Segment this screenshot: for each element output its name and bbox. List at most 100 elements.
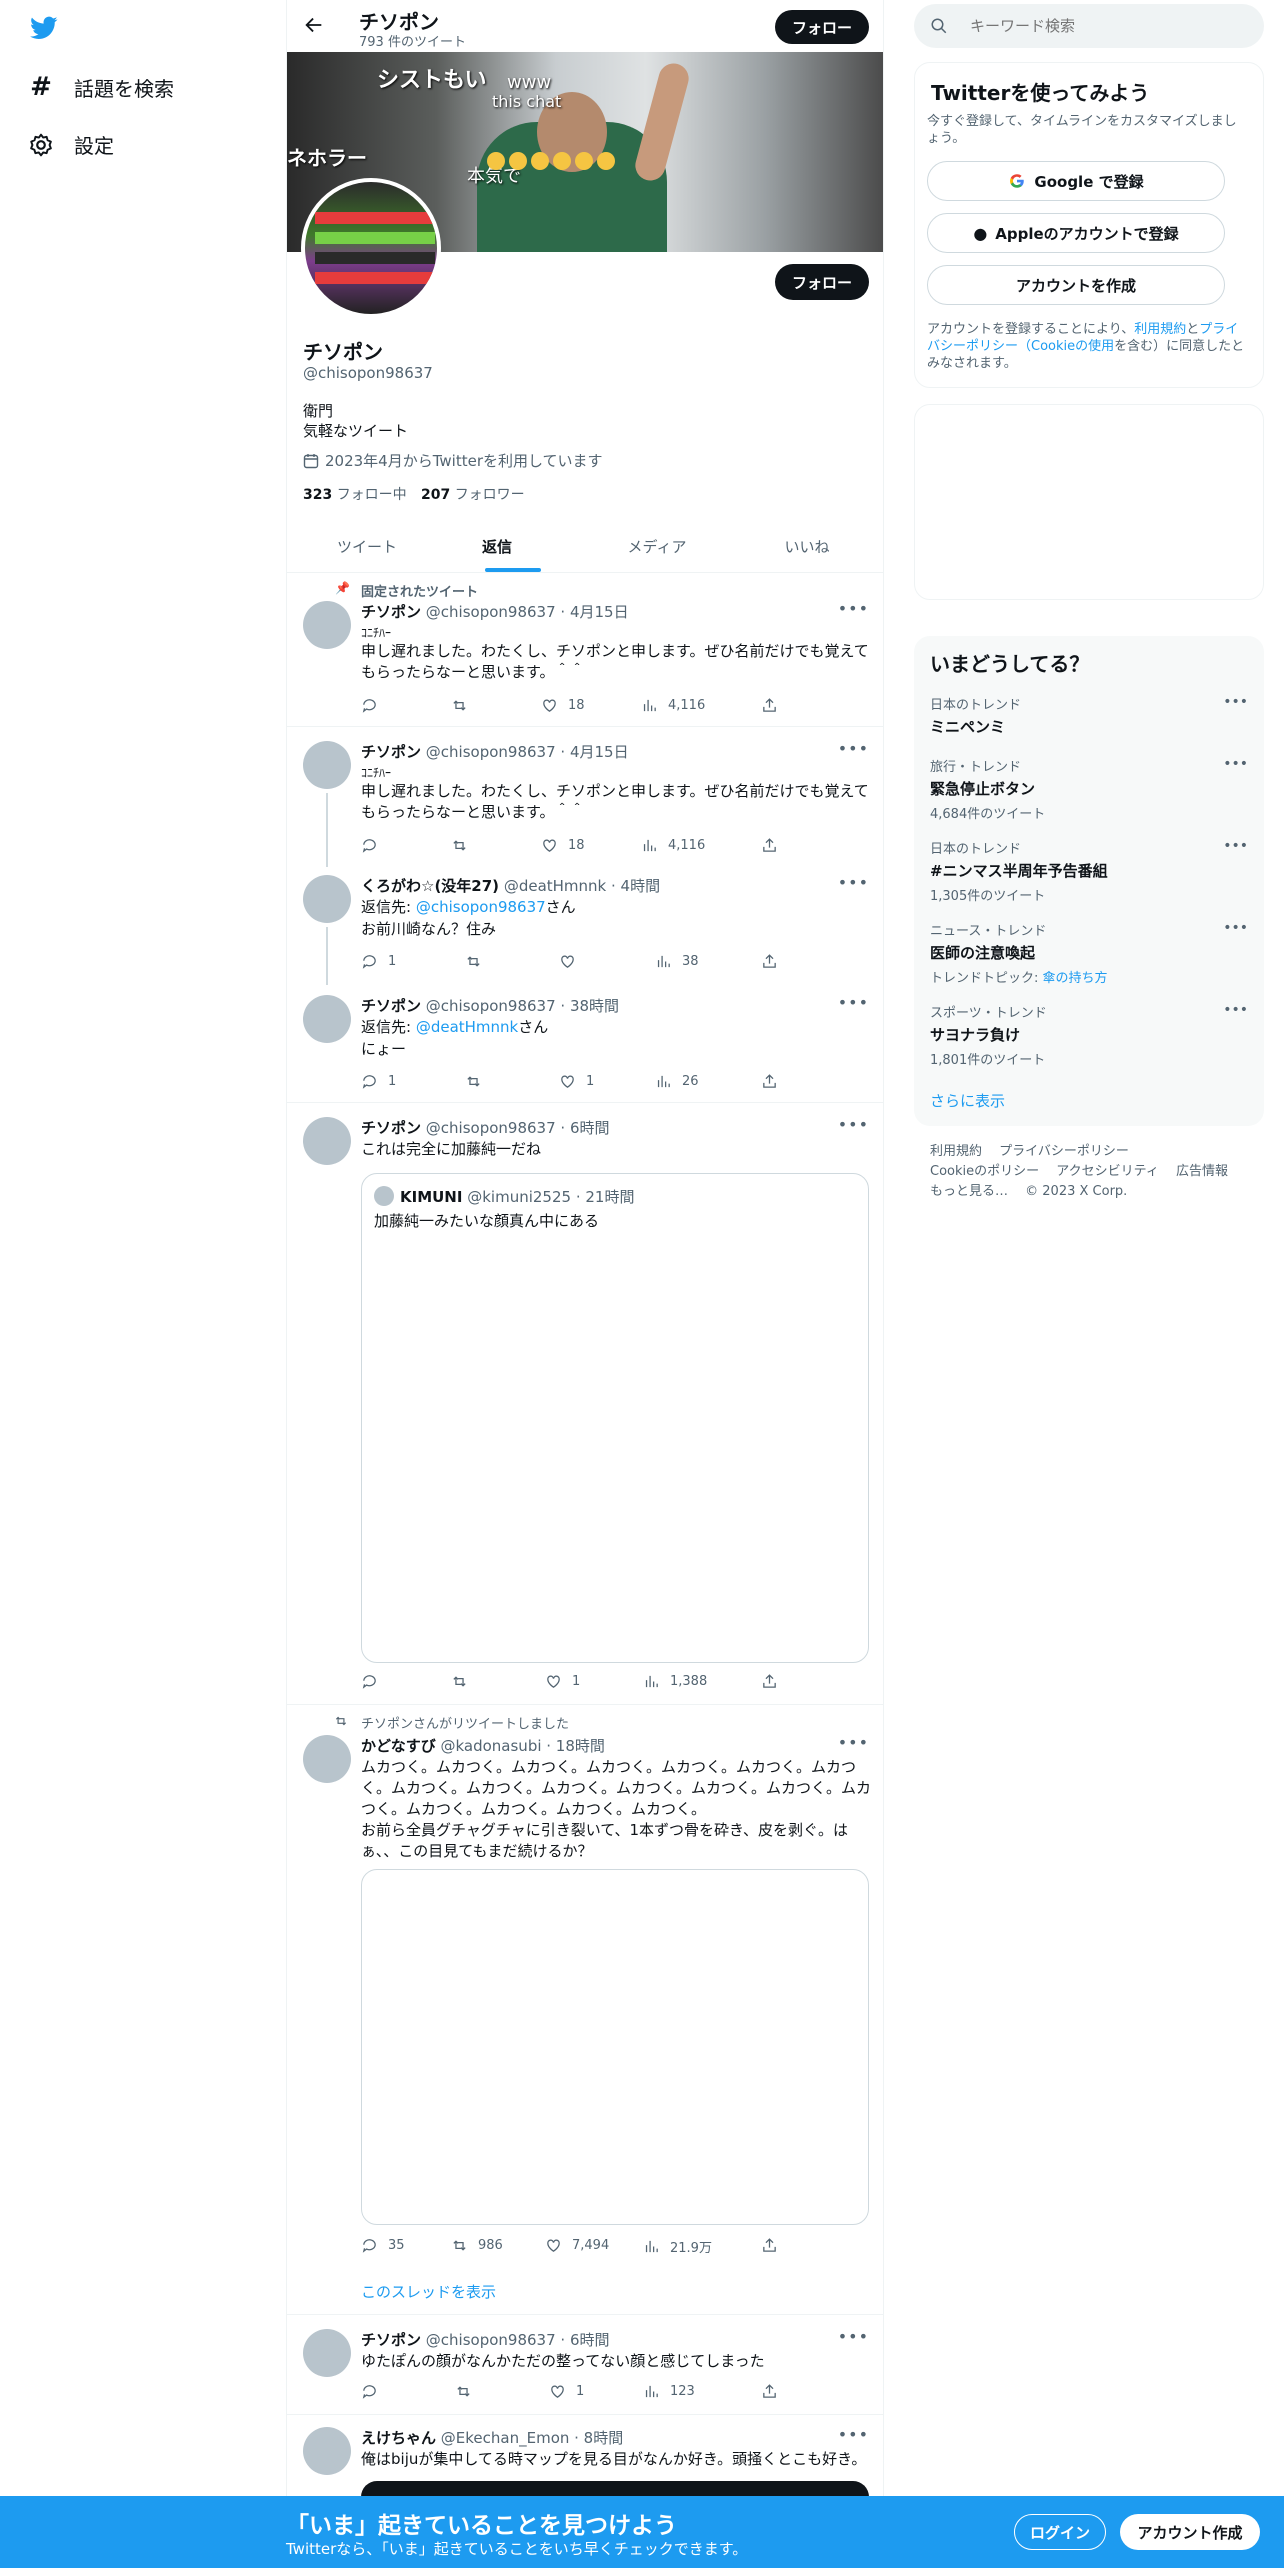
tab-media[interactable]: メディア [577, 520, 737, 572]
show-more-link[interactable]: さらに表示 [930, 1090, 1005, 1111]
more-icon[interactable]: ••• [838, 1733, 869, 1752]
footer-terms[interactable]: 利用規約 [930, 1144, 982, 1159]
more-icon[interactable]: ••• [1223, 756, 1248, 772]
footer-accessibility[interactable]: アクセシビリティ [1056, 1164, 1159, 1179]
tweet-reply-2[interactable]: チソポン @chisopon98637 · 38時間 ••• 返信先: @dea… [287, 985, 883, 1103]
retweet-button[interactable] [451, 697, 478, 714]
share-button[interactable] [761, 2237, 778, 2254]
search-box[interactable] [914, 4, 1264, 48]
avatar[interactable] [303, 2427, 351, 2475]
login-button[interactable]: ログイン [1014, 2514, 1106, 2550]
back-arrow-icon[interactable] [303, 14, 327, 38]
footer-privacy[interactable]: プライバシーポリシー [999, 1144, 1129, 1159]
retweet-button[interactable] [465, 953, 492, 970]
tab-likes[interactable]: いいね [727, 520, 883, 572]
more-icon[interactable]: ••• [1223, 694, 1248, 710]
apple-signup-button[interactable]: ● Appleのアカウントで登録 [927, 213, 1225, 253]
more-icon[interactable]: ••• [1223, 1002, 1248, 1018]
like-button[interactable]: 1 [545, 1673, 580, 1690]
retweet-button[interactable] [451, 1673, 478, 1690]
like-button[interactable]: 7,494 [545, 2237, 609, 2254]
like-button[interactable]: 1 [549, 2383, 584, 2400]
nav-settings[interactable]: 設定 [28, 130, 114, 159]
google-signup-button[interactable]: Google で登録 [927, 161, 1225, 201]
more-icon[interactable]: ••• [838, 993, 869, 1012]
trend-item[interactable]: 旅行・トレンド 緊急停止ボタン 4,684件のツイート ••• [930, 756, 1248, 822]
footer-more[interactable]: もっと見る… [930, 1184, 1008, 1199]
header-follow-button[interactable]: フォロー [775, 10, 869, 44]
retweet-button[interactable] [451, 837, 478, 854]
avatar[interactable] [303, 875, 351, 923]
views-button[interactable]: 38 [655, 953, 699, 970]
retweet-button[interactable]: 986 [451, 2237, 503, 2254]
views-button[interactable]: 4,116 [641, 697, 705, 714]
reply-button[interactable]: 1 [361, 953, 396, 970]
tweet-7[interactable]: えけちゃん @Ekechan_Emon · 8時間 ••• 俺はbijuが集中し… [287, 2415, 883, 2521]
show-thread-link[interactable]: このスレッドを表示 [361, 2281, 496, 2302]
reply-to-link[interactable]: @chisopon98637 [416, 898, 546, 916]
avatar[interactable] [303, 1117, 351, 1165]
reply-button[interactable] [361, 2383, 388, 2400]
more-icon[interactable]: ••• [838, 599, 869, 618]
more-icon[interactable]: ••• [838, 1115, 869, 1134]
tab-replies[interactable]: 返信 [417, 520, 577, 572]
like-button[interactable]: 18 [541, 697, 585, 714]
quoted-tweet[interactable]: KIMUNI @kimuni2525 · 21時間 加藤純一みたいな顔真ん中にあ… [361, 1173, 869, 1663]
reply-button[interactable] [361, 697, 388, 714]
twitter-logo-icon[interactable] [28, 14, 62, 44]
trend-item[interactable]: 日本のトレンド #ニンマス半周年予告番組 1,305件のツイート ••• [930, 838, 1248, 904]
bottom-signup-button[interactable]: アカウント作成 [1120, 2514, 1260, 2550]
tweet-6[interactable]: チソポン @chisopon98637 · 6時間 ••• ゆたぽんの顔がなんか… [287, 2315, 883, 2415]
like-button[interactable] [559, 953, 586, 970]
avatar[interactable] [303, 1735, 351, 1783]
tweet-retweeted[interactable]: チソポンさんがリツイートしました かどなすび @kadonasubi · 18時… [287, 1705, 883, 2315]
share-button[interactable] [761, 1073, 778, 1090]
reply-button[interactable] [361, 837, 388, 854]
tweet-pinned[interactable]: 📌 固定されたツイート チソポン @chisopon98637 · 4月15日 … [287, 573, 883, 727]
like-button[interactable]: 18 [541, 837, 585, 854]
more-icon[interactable]: ••• [1223, 920, 1248, 936]
views-button[interactable]: 4,116 [641, 837, 705, 854]
trend-topic-link[interactable]: 傘の持ち方 [1043, 971, 1108, 986]
terms-link[interactable]: 利用規約 [1134, 322, 1186, 337]
views-button[interactable]: 1,388 [643, 1673, 707, 1690]
retweet-button[interactable] [465, 1073, 492, 1090]
share-button[interactable] [761, 837, 778, 854]
tweet-reply-1[interactable]: くろがわ☆(没年27) @deatHmnnk · 4時間 ••• 返信先: @c… [287, 867, 883, 985]
reply-button[interactable]: 1 [361, 1073, 396, 1090]
avatar[interactable] [303, 741, 351, 789]
views-button[interactable]: 26 [655, 1073, 699, 1090]
tweet-quote[interactable]: チソポン @chisopon98637 · 6時間 ••• これは完全に加藤純一… [287, 1103, 883, 1705]
avatar[interactable] [303, 2329, 351, 2377]
more-icon[interactable]: ••• [838, 873, 869, 892]
more-icon[interactable]: ••• [1223, 838, 1248, 854]
views-button[interactable]: 123 [643, 2383, 695, 2400]
following-link[interactable]: 323 フォロー中 [303, 484, 407, 504]
reply-button[interactable]: 35 [361, 2237, 405, 2254]
more-icon[interactable]: ••• [838, 2425, 869, 2444]
footer-cookie[interactable]: Cookieのポリシー [930, 1164, 1039, 1179]
more-icon[interactable]: ••• [838, 739, 869, 758]
trend-item[interactable]: 日本のトレンド ミニペンミ ••• [930, 694, 1248, 737]
share-button[interactable] [761, 953, 778, 970]
tweet-thread-root[interactable]: チソポン @chisopon98637 · 4月15日 ••• ｺﾆﾁﾊｰ 申し… [287, 727, 883, 867]
trend-item[interactable]: スポーツ・トレンド サヨナラ負け 1,801件のツイート ••• [930, 1002, 1248, 1068]
retweet-button[interactable] [455, 2383, 482, 2400]
profile-avatar[interactable] [301, 178, 441, 318]
reply-button[interactable] [361, 1673, 388, 1690]
avatar[interactable] [303, 995, 351, 1043]
reply-to-link[interactable]: @deatHmnnk [416, 1018, 518, 1036]
nav-explore[interactable]: # 話題を検索 [28, 72, 174, 102]
footer-ads[interactable]: 広告情報 [1176, 1164, 1228, 1179]
followers-link[interactable]: 207 フォロワー [421, 484, 525, 504]
create-account-button[interactable]: アカウントを作成 [927, 265, 1225, 305]
search-input[interactable] [970, 15, 1240, 37]
views-button[interactable]: 21.9万 [643, 2237, 712, 2256]
like-button[interactable]: 1 [559, 1073, 594, 1090]
share-button[interactable] [761, 2383, 778, 2400]
share-button[interactable] [761, 1673, 778, 1690]
more-icon[interactable]: ••• [838, 2327, 869, 2346]
profile-follow-button[interactable]: フォロー [775, 264, 869, 300]
trend-item[interactable]: ニュース・トレンド 医師の注意喚起 トレンドトピック: 傘の持ち方 ••• [930, 920, 1248, 986]
share-button[interactable] [761, 697, 778, 714]
